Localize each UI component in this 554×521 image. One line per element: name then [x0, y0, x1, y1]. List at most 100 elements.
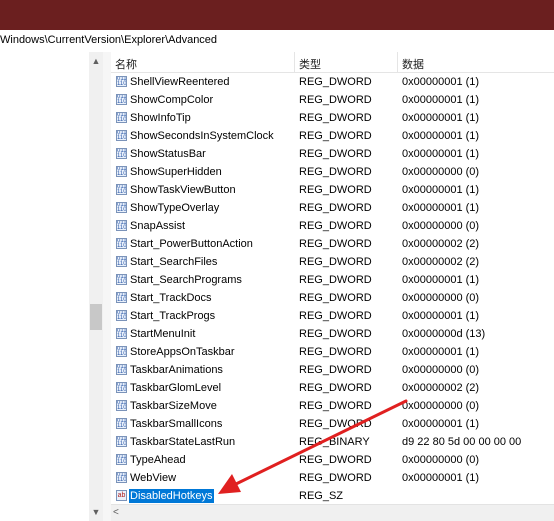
key-tree-pane[interactable] — [0, 52, 90, 521]
value-type: REG_DWORD — [299, 274, 372, 286]
registry-binary-value-icon: 011 110 — [116, 472, 127, 483]
column-header-data[interactable]: 数据 — [402, 56, 424, 72]
value-type: REG_DWORD — [299, 310, 372, 322]
value-name[interactable]: DisabledHotkeys — [129, 489, 214, 503]
address-bar[interactable]: Windows\CurrentVersion\Explorer\Advanced — [0, 30, 554, 53]
value-row[interactable]: 011 110 Start_TrackDocs REG_DWORD 0x0000000… — [111, 289, 554, 307]
value-name[interactable]: Start_SearchPrograms — [129, 273, 243, 287]
tree-vertical-scrollbar[interactable]: ▲ ▼ — [89, 52, 103, 521]
column-header-name[interactable]: 名称 — [115, 56, 137, 72]
value-name[interactable]: ShowTaskViewButton — [129, 183, 237, 197]
value-type: REG_DWORD — [299, 112, 372, 124]
value-row[interactable]: 011 110 TaskbarSmallIcons REG_DWORD 0x00000… — [111, 415, 554, 433]
registry-binary-value-icon: 011 110 — [116, 382, 127, 393]
value-name[interactable]: ShowSecondsInSystemClock — [129, 129, 275, 143]
registry-binary-value-icon: 011 110 — [116, 346, 127, 357]
value-row[interactable]: 011 110 ShowInfoTip REG_DWORD 0x00000001 (1… — [111, 109, 554, 127]
value-data: 0x00000001 (1) — [402, 130, 480, 142]
value-row[interactable]: 011 110 ShowCompColor REG_DWORD 0x00000001 … — [111, 91, 554, 109]
value-name[interactable]: TaskbarSizeMove — [129, 399, 218, 413]
value-row[interactable]: 011 110 ShowStatusBar REG_DWORD 0x00000001 … — [111, 145, 554, 163]
value-name[interactable]: TypeAhead — [129, 453, 187, 467]
registry-binary-value-icon: 011 110 — [116, 148, 127, 159]
value-name[interactable]: Start_TrackDocs — [129, 291, 213, 305]
value-name[interactable]: SnapAssist — [129, 219, 186, 233]
registry-binary-value-icon: 011 110 — [116, 400, 127, 411]
value-type: REG_DWORD — [299, 418, 372, 430]
value-name[interactable]: Start_PowerButtonAction — [129, 237, 254, 251]
value-type: REG_DWORD — [299, 94, 372, 106]
value-name[interactable]: TaskbarGlomLevel — [129, 381, 222, 395]
value-name[interactable]: ShowInfoTip — [129, 111, 192, 125]
value-row[interactable]: 011 110 ShowTypeOverlay REG_DWORD 0x0000000… — [111, 199, 554, 217]
registry-binary-value-icon: 011 110 — [116, 418, 127, 429]
value-row[interactable]: 011 110 TypeAhead REG_DWORD 0x00000000 (0) — [111, 451, 554, 469]
value-name[interactable]: Start_TrackProgs — [129, 309, 216, 323]
value-data: 0x00000001 (1) — [402, 76, 480, 88]
value-row[interactable]: 011 110 Start_TrackProgs REG_DWORD 0x000000… — [111, 307, 554, 325]
scroll-up-arrow-icon[interactable]: ▲ — [89, 54, 103, 68]
registry-binary-value-icon: 011 110 — [116, 112, 127, 123]
value-row[interactable]: 011 110 Start_SearchPrograms REG_DWORD 0x00… — [111, 271, 554, 289]
scroll-thumb[interactable] — [90, 304, 102, 330]
registry-binary-value-icon: 011 110 — [116, 202, 127, 213]
column-divider[interactable] — [397, 52, 398, 72]
value-data: 0x00000001 (1) — [402, 112, 480, 124]
value-type: REG_DWORD — [299, 202, 372, 214]
value-data: 0x00000001 (1) — [402, 274, 480, 286]
value-row[interactable]: 011 110 TaskbarSizeMove REG_DWORD 0x0000000… — [111, 397, 554, 415]
value-row[interactable]: ab DisabledHotkeys REG_SZ — [111, 487, 554, 505]
value-name[interactable]: ShowTypeOverlay — [129, 201, 220, 215]
value-row[interactable]: 011 110 TaskbarStateLastRun REG_BINARY d9 2… — [111, 433, 554, 451]
registry-binary-value-icon: 011 110 — [116, 454, 127, 465]
address-path: Windows\CurrentVersion\Explorer\Advanced — [0, 34, 218, 46]
value-type: REG_DWORD — [299, 364, 372, 376]
value-row[interactable]: 011 110 ShowSecondsInSystemClock REG_DWORD… — [111, 127, 554, 145]
value-type: REG_DWORD — [299, 76, 372, 88]
value-row[interactable]: 011 110 Start_PowerButtonAction REG_DWORD 0… — [111, 235, 554, 253]
value-row[interactable]: 011 110 StartMenuInit REG_DWORD 0x0000000d … — [111, 325, 554, 343]
values-list[interactable]: 名称 类型 数据 011 110 ShellViewReentered REG_DW… — [111, 52, 554, 521]
registry-binary-value-icon: 011 110 — [116, 256, 127, 267]
value-name[interactable]: TaskbarSmallIcons — [129, 417, 223, 431]
value-type: REG_SZ — [299, 490, 344, 502]
value-row[interactable]: 011 110 ShowTaskViewButton REG_DWORD 0x0000… — [111, 181, 554, 199]
value-data: 0x00000001 (1) — [402, 346, 480, 358]
value-name[interactable]: WebView — [129, 471, 177, 485]
value-name[interactable]: StartMenuInit — [129, 327, 196, 341]
value-name[interactable]: StoreAppsOnTaskbar — [129, 345, 236, 359]
value-type: REG_DWORD — [299, 400, 372, 412]
value-name[interactable]: TaskbarAnimations — [129, 363, 224, 377]
value-row[interactable]: 011 110 TaskbarGlomLevel REG_DWORD 0x000000… — [111, 379, 554, 397]
list-horizontal-scrollbar[interactable]: < — [111, 504, 554, 521]
value-data: 0x00000001 (1) — [402, 94, 480, 106]
registry-binary-value-icon: 011 110 — [116, 184, 127, 195]
value-row[interactable]: 011 110 TaskbarAnimations REG_DWORD 0x00000… — [111, 361, 554, 379]
column-header-type[interactable]: 类型 — [299, 56, 321, 72]
value-name[interactable]: Start_SearchFiles — [129, 255, 218, 269]
registry-binary-value-icon: 011 110 — [116, 220, 127, 231]
value-name[interactable]: ShellViewReentered — [129, 75, 230, 89]
value-data: 0x00000000 (0) — [402, 292, 480, 304]
scroll-down-arrow-icon[interactable]: ▼ — [89, 505, 103, 519]
value-row[interactable]: 011 110 SnapAssist REG_DWORD 0x00000000 (0) — [111, 217, 554, 235]
value-row[interactable]: 011 110 ShowSuperHidden REG_DWORD 0x0000000… — [111, 163, 554, 181]
value-type: REG_DWORD — [299, 382, 372, 394]
value-name[interactable]: ShowCompColor — [129, 93, 214, 107]
value-name[interactable]: ShowStatusBar — [129, 147, 207, 161]
value-row[interactable]: 011 110 Start_SearchFiles REG_DWORD 0x00000… — [111, 253, 554, 271]
scroll-left-arrow-icon[interactable]: < — [113, 507, 119, 518]
value-row[interactable]: 011 110 StoreAppsOnTaskbar REG_DWORD 0x0000… — [111, 343, 554, 361]
registry-binary-value-icon: 011 110 — [116, 274, 127, 285]
value-row[interactable]: 011 110 WebView REG_DWORD 0x00000001 (1) — [111, 469, 554, 487]
value-row[interactable]: 011 110 ShellViewReentered REG_DWORD 0x0000… — [111, 73, 554, 91]
registry-binary-value-icon: 011 110 — [116, 310, 127, 321]
value-name[interactable]: TaskbarStateLastRun — [129, 435, 236, 449]
value-type: REG_DWORD — [299, 256, 372, 268]
value-data: 0x0000000d (13) — [402, 328, 486, 340]
value-data: 0x00000001 (1) — [402, 418, 480, 430]
column-divider[interactable] — [294, 52, 295, 72]
value-name[interactable]: ShowSuperHidden — [129, 165, 223, 179]
value-data: 0x00000002 (2) — [402, 256, 480, 268]
value-data: 0x00000001 (1) — [402, 472, 480, 484]
